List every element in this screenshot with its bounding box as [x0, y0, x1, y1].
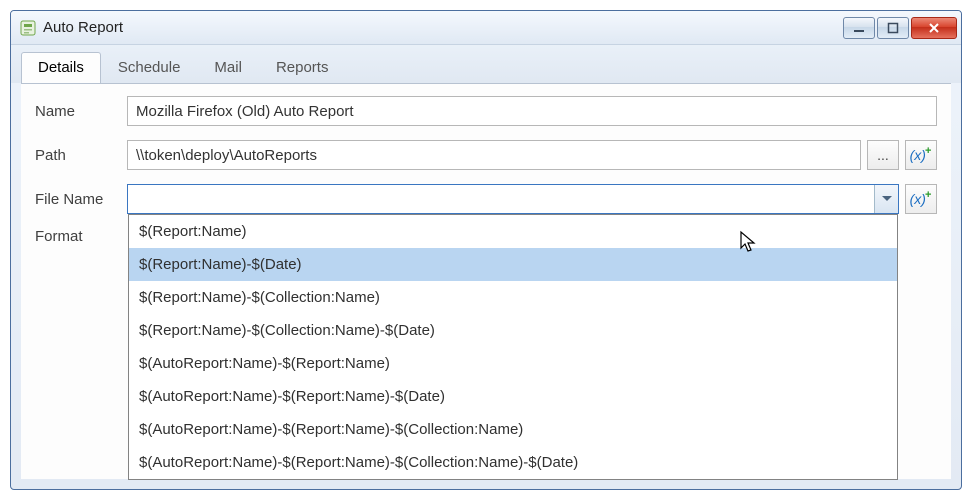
name-label: Name	[35, 103, 127, 120]
file-name-combo[interactable]: $(Report:Name)$(Report:Name)-$(Date)$(Re…	[127, 184, 899, 214]
tab-mail[interactable]: Mail	[197, 52, 259, 84]
dropdown-item[interactable]: $(Report:Name)	[129, 215, 897, 248]
insert-variable-filename-button[interactable]: (x)+	[905, 184, 937, 214]
dropdown-item[interactable]: $(AutoReport:Name)-$(Report:Name)	[129, 347, 897, 380]
file-name-row: File Name $(Report:Name)$(Report:Name)-$…	[35, 184, 937, 214]
minimize-button[interactable]	[843, 17, 875, 39]
dropdown-item[interactable]: $(AutoReport:Name)-$(Report:Name)-$(Coll…	[129, 413, 897, 446]
browse-button[interactable]: ...	[867, 140, 899, 170]
file-name-label: File Name	[35, 191, 127, 208]
name-input[interactable]	[127, 96, 937, 126]
tab-schedule[interactable]: Schedule	[101, 52, 198, 84]
window-title: Auto Report	[43, 19, 843, 36]
titlebar: Auto Report	[11, 11, 961, 45]
variable-icon: (x)+	[910, 191, 933, 207]
maximize-button[interactable]	[877, 17, 909, 39]
dropdown-item[interactable]: $(Report:Name)-$(Collection:Name)-$(Date…	[129, 314, 897, 347]
tab-details[interactable]: Details	[21, 52, 101, 84]
path-row: Path ... (x)+	[35, 140, 937, 170]
format-label: Format	[35, 228, 127, 245]
variable-icon: (x)+	[910, 147, 933, 163]
dropdown-item[interactable]: $(Report:Name)-$(Collection:Name)	[129, 281, 897, 314]
path-input[interactable]	[127, 140, 861, 170]
dropdown-item[interactable]: $(Report:Name)-$(Date)	[129, 248, 897, 281]
tab-content: Name Path ... (x)+ File Name $(Report:Na…	[21, 83, 951, 479]
window-controls	[843, 17, 957, 39]
tab-reports[interactable]: Reports	[259, 52, 346, 84]
file-name-dropdown: $(Report:Name)$(Report:Name)-$(Date)$(Re…	[128, 214, 898, 480]
chevron-down-icon[interactable]	[874, 185, 898, 213]
tab-strip: Details Schedule Mail Reports	[11, 45, 961, 83]
app-icon	[19, 19, 37, 37]
file-name-value[interactable]	[128, 185, 874, 213]
dropdown-item[interactable]: $(AutoReport:Name)-$(Report:Name)-$(Coll…	[129, 446, 897, 479]
close-button[interactable]	[911, 17, 957, 39]
insert-variable-path-button[interactable]: (x)+	[905, 140, 937, 170]
path-label: Path	[35, 147, 127, 164]
dropdown-item[interactable]: $(AutoReport:Name)-$(Report:Name)-$(Date…	[129, 380, 897, 413]
window: Auto Report Details Schedule Mail Report…	[10, 10, 962, 490]
name-row: Name	[35, 96, 937, 126]
